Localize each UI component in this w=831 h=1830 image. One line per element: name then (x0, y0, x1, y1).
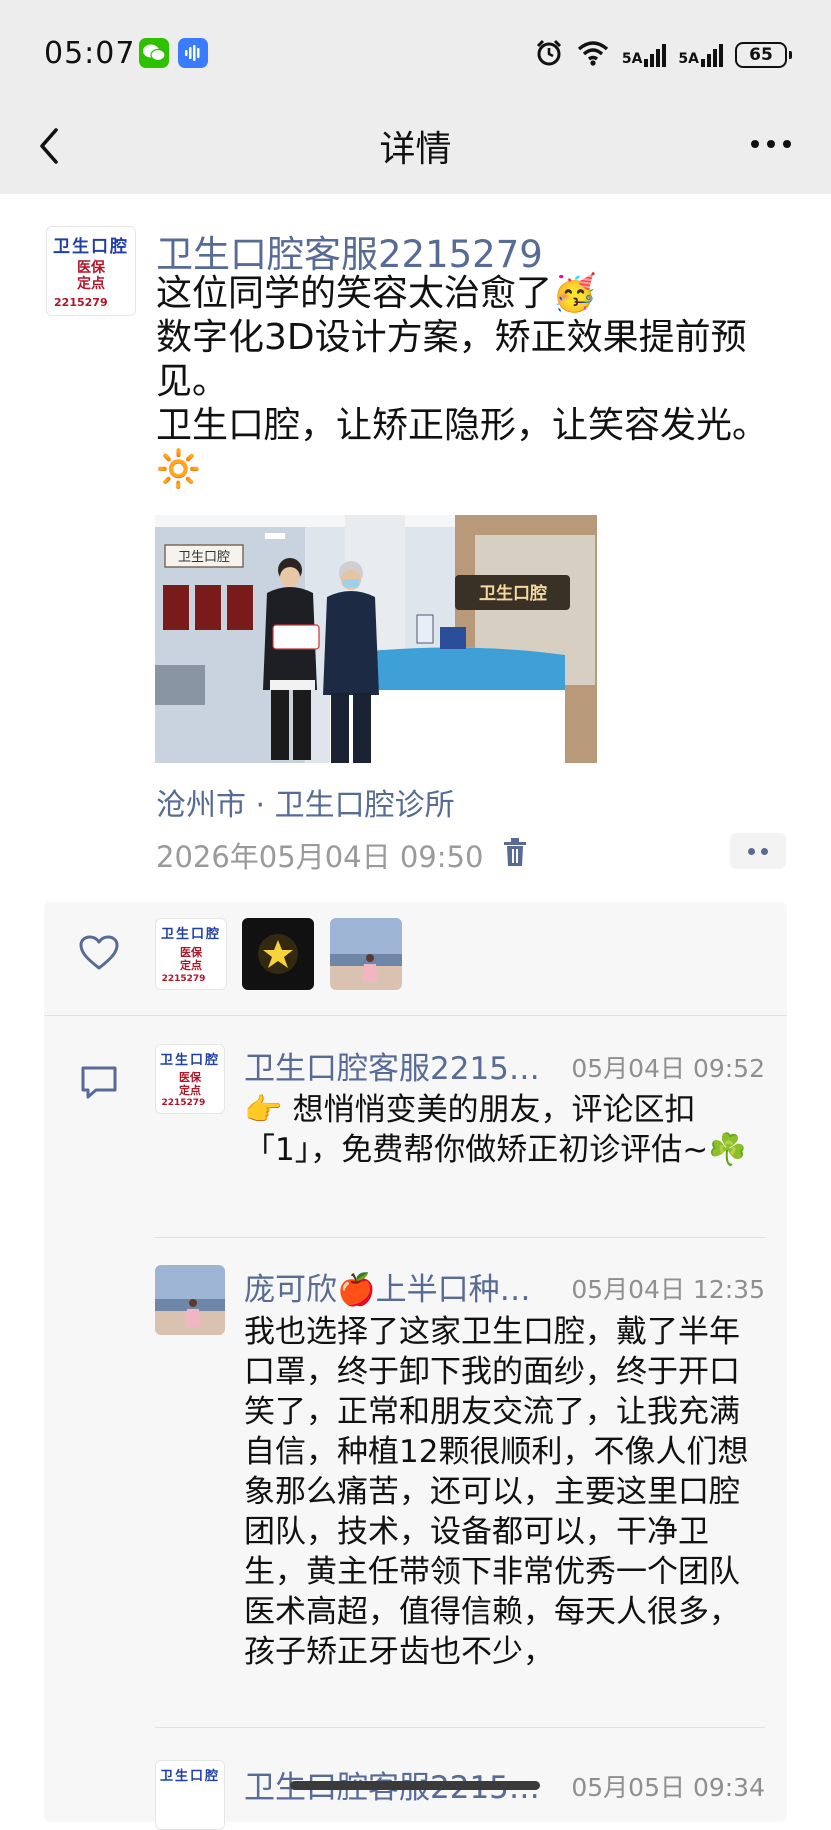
comment-divider (155, 1727, 765, 1728)
photo-banner: 卫生口腔 (178, 550, 230, 565)
top-bar: 05:07 5A 5A 65 详情 (0, 0, 831, 194)
status-time: 05:07 (44, 36, 136, 71)
voice-assistant-icon (178, 38, 208, 68)
logo-text: 2215279 (54, 295, 108, 309)
like-avatar[interactable] (242, 918, 314, 990)
logo-text: 卫生口腔 (160, 927, 221, 943)
comment-text: 我也选择了这家卫生口腔，戴了半年口罩，终于卸下我的面纱，终于开口笑了，正常和朋友… (244, 1314, 749, 1670)
dot (767, 140, 775, 148)
clinic-photo: 卫生口腔 卫生口腔 (155, 515, 597, 763)
wechat-icon (139, 38, 169, 68)
signal-icon: 5A (678, 43, 723, 67)
dot (761, 847, 768, 855)
logo-text: 卫生口腔 (159, 1053, 220, 1069)
comment-time: 05月04日 12:35 (571, 1275, 765, 1304)
post-time: 2026年05月04日 09:50 (156, 840, 484, 874)
beach-photo (155, 1265, 225, 1335)
battery-icon: 65 (735, 42, 792, 68)
dot (783, 140, 791, 148)
like-avatar[interactable]: 卫生口腔 医保 定点 2215279 (155, 918, 227, 990)
author-avatar[interactable]: 卫生口腔 医保 定点 2215279 (46, 226, 136, 316)
battery-level: 65 (749, 45, 773, 65)
comment-author[interactable]: 卫生口腔客服2215… (244, 1043, 559, 1088)
comment-bubble-icon (78, 1064, 120, 1102)
logo-text: 卫生口腔 (53, 237, 129, 258)
more-dots-icon (748, 847, 755, 855)
logo-text: 2215279 (161, 1098, 206, 1109)
post-location[interactable]: 沧州市 · 卫生口腔诊所 (156, 780, 455, 824)
more-button[interactable] (751, 140, 791, 148)
network-label: 5A (621, 50, 643, 67)
post-text: 这位同学的笑容太治愈了🥳 数字化3D设计方案，矫正效果提前预见。 卫生口腔，让矫… (156, 273, 769, 490)
comment-author[interactable]: 庞可欣🍎上半口种… (244, 1264, 559, 1309)
wifi-icon (576, 39, 610, 72)
logo-text: 医保 定点 (179, 1070, 201, 1097)
delete-button[interactable] (502, 836, 528, 868)
page-title: 详情 (379, 129, 452, 170)
comment-avatar[interactable]: 卫生口腔 医保 定点 2215279 (155, 1044, 225, 1114)
heart-icon (78, 934, 120, 972)
comment-text: 👉 想悄悄变美的朋友，评论区扣「1」，免费帮你做矫正初诊评估~☘️ (244, 1092, 747, 1168)
logo-text: 2215279 (161, 973, 206, 984)
comment-divider (155, 1237, 765, 1238)
beach-photo (330, 918, 402, 990)
like-avatar[interactable] (330, 918, 402, 990)
home-indicator[interactable] (290, 1781, 540, 1790)
comment-avatar[interactable] (155, 1265, 225, 1335)
comment-time: 05月05日 09:34 (571, 1773, 765, 1802)
logo-text: 卫生口腔 (159, 1769, 220, 1785)
star-icon (258, 934, 298, 974)
post-photo[interactable]: 卫生口腔 卫生口腔 (155, 515, 597, 763)
clinic-sign: 卫生口腔 (479, 583, 547, 604)
more-dots-icon (751, 140, 759, 148)
signal-icon: 5A (621, 43, 667, 67)
network-label: 5A (678, 50, 699, 67)
alarm-icon (534, 38, 564, 73)
comment-time: 05月04日 09:52 (571, 1054, 765, 1083)
logo-text: 医保 定点 (77, 260, 105, 293)
post-author[interactable]: 卫生口腔客服2215279 (156, 224, 543, 278)
trash-icon (504, 838, 526, 866)
status-icons: 5A 5A 65 (534, 38, 792, 73)
comment-avatar[interactable]: 卫生口腔 (155, 1760, 225, 1830)
post-action-button[interactable] (730, 833, 786, 869)
likes-divider (44, 1015, 787, 1016)
logo-text: 医保 定点 (180, 945, 202, 972)
